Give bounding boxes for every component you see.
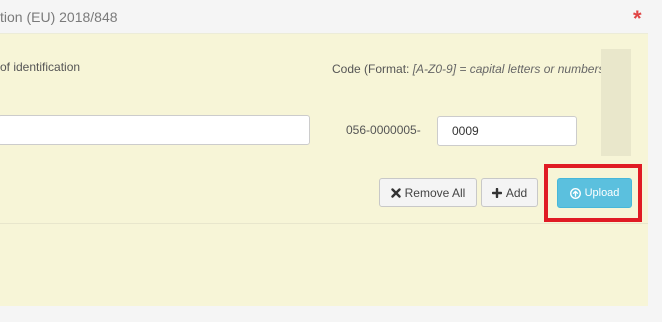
- code-label: Code (Format: [A-Z0-9] = capital letters…: [332, 60, 608, 79]
- add-label: Add: [505, 185, 528, 200]
- upload-highlight-box: [544, 164, 642, 222]
- divider: [0, 223, 648, 224]
- code-input[interactable]: 0009: [437, 116, 577, 146]
- plus-icon: [491, 187, 502, 198]
- identification-input[interactable]: [0, 115, 310, 145]
- section-title: tion (EU) 2018/848: [0, 9, 118, 25]
- add-button[interactable]: Add: [481, 178, 538, 207]
- code-format-text: [A-Z0-9] = capital letters or numbers: [412, 62, 605, 76]
- scrollbar-track[interactable]: [601, 49, 631, 156]
- identification-label: of identification: [0, 60, 81, 74]
- remove-all-label: Remove All: [404, 185, 466, 200]
- times-icon: [390, 187, 401, 198]
- remove-all-button[interactable]: Remove All: [379, 178, 477, 207]
- code-prefix: 056-0000005-: [346, 123, 421, 137]
- required-marker: *: [633, 6, 642, 31]
- code-label-prefix: Code (Format:: [332, 62, 413, 76]
